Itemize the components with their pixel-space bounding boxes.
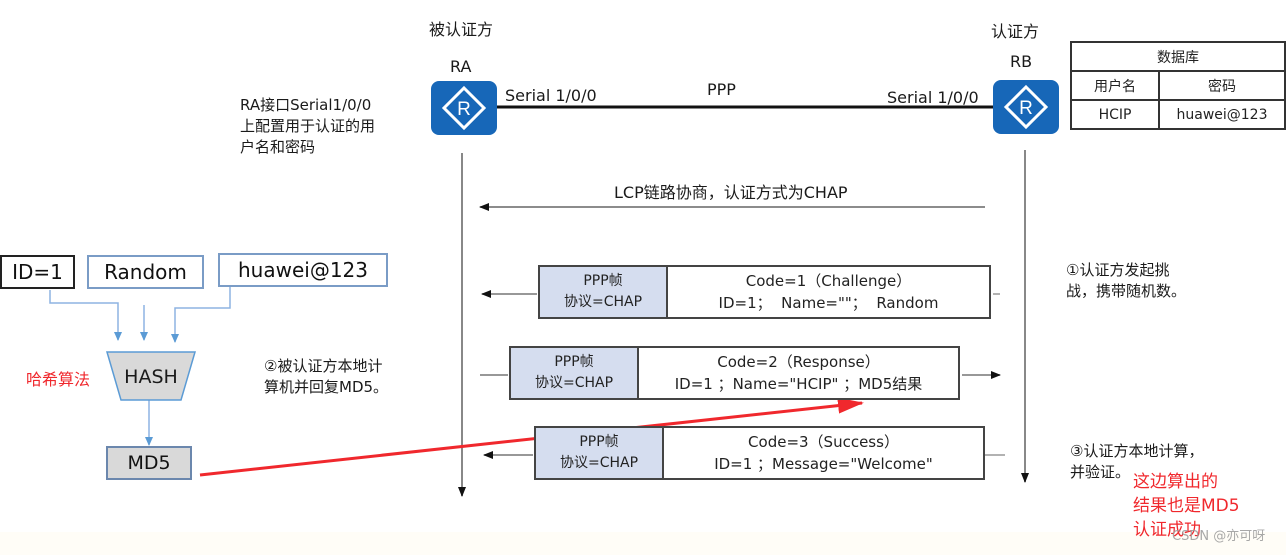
step2-note: ②被认证方本地计 算机并回复MD5。 [264, 356, 388, 398]
authenticatee-label: 被认证方 [429, 20, 494, 39]
frame-header: PPP帧 协议=CHAP [536, 428, 664, 478]
frame-header-title: PPP帧 [554, 354, 594, 370]
svg-text:R: R [457, 99, 471, 120]
ra-note-line: 上配置用于认证的用 [240, 117, 376, 135]
hash-input-random: Random [87, 255, 204, 289]
router-ra[interactable]: R [431, 81, 497, 135]
ra-config-note: RA接口Serial1/0/0 上配置用于认证的用 户名和密码 [240, 95, 375, 158]
frame-body: Code=3（Success） ID=1 ；Message="Welcome" [664, 428, 983, 478]
chap-frame-response: PPP帧 协议=CHAP Code=2（Response） ID=1 ；Name… [509, 346, 960, 400]
database-cell-password: huawei@123 [1158, 99, 1286, 130]
chap-frame-success: PPP帧 协议=CHAP Code=3（Success） ID=1 ；Messa… [534, 426, 985, 480]
hash-input-password: huawei@123 [218, 253, 388, 287]
result-annotation-line: 这边算出的 [1133, 472, 1218, 492]
database-header-password: 密码 [1158, 70, 1286, 101]
frame-code: Code=1（Challenge） [745, 272, 912, 290]
frame-code: Code=3（Success） [748, 433, 899, 451]
frame-header: PPP帧 协议=CHAP [540, 267, 668, 317]
rb-interface-label: Serial 1/0/0 [887, 88, 979, 107]
frame-fields: ID=1； Name=""； Random [718, 294, 939, 312]
hash-input-id: ID=1 [0, 255, 75, 289]
hash-algorithm-annotation: 哈希算法 [26, 370, 91, 389]
frame-body: Code=1（Challenge） ID=1； Name=""； Random [668, 267, 989, 317]
svg-text:R: R [1019, 98, 1033, 119]
router-icon: R [441, 85, 487, 131]
database-cell-username: HCIP [1070, 99, 1160, 130]
lcp-message: LCP链路协商，认证方式为CHAP [614, 183, 848, 202]
router-ra-name: RA [450, 57, 472, 76]
footer-strip [0, 532, 1286, 555]
database-header-username: 用户名 [1070, 70, 1160, 101]
database-title: 数据库 [1070, 41, 1286, 72]
frame-header-title: PPP帧 [583, 273, 623, 289]
frame-header-protocol: 协议=CHAP [559, 455, 639, 471]
md5-output: MD5 [106, 446, 192, 480]
step-line: 战，携带随机数。 [1066, 282, 1187, 300]
hash-label: HASH [124, 366, 178, 388]
ra-note-line: RA接口Serial1/0/0 [240, 96, 372, 114]
step1-note: ①认证方发起挑 战，携带随机数。 [1066, 260, 1186, 302]
table-row: HCIP huawei@123 [1070, 99, 1286, 130]
chap-frame-challenge: PPP帧 协议=CHAP Code=1（Challenge） ID=1； Nam… [538, 265, 991, 319]
frame-body: Code=2（Response） ID=1 ；Name="HCIP" ；MD5结… [639, 348, 958, 398]
flow-password-to-hash [171, 286, 231, 343]
flow-id-to-hash [49, 290, 122, 341]
step-line: 算机并回复MD5。 [264, 378, 389, 396]
step-line: ①认证方发起挑 [1066, 261, 1170, 279]
database-table: 数据库 用户名 密码 HCIP huawei@123 [1070, 41, 1286, 130]
frame-header-protocol: 协议=CHAP [534, 375, 614, 391]
ppp-link-label: PPP [707, 80, 736, 99]
result-annotation-line: 结果也是MD5 [1133, 496, 1240, 516]
authenticator-label: 认证方 [991, 22, 1040, 41]
frame-header: PPP帧 协议=CHAP [511, 348, 639, 398]
ra-interface-label: Serial 1/0/0 [505, 86, 597, 105]
step-line: ②被认证方本地计 [264, 357, 383, 375]
router-icon: R [1003, 84, 1049, 130]
router-rb-name: RB [1010, 52, 1033, 71]
step-line: ③认证方本地计算， [1070, 442, 1204, 460]
frame-fields: ID=1 ；Message="Welcome" [714, 455, 933, 473]
ra-note-line: 户名和密码 [240, 138, 316, 156]
frame-fields: ID=1 ；Name="HCIP" ；MD5结果 [674, 375, 923, 393]
frame-header-protocol: 协议=CHAP [563, 294, 643, 310]
frame-header-title: PPP帧 [579, 434, 619, 450]
router-rb[interactable]: R [993, 80, 1059, 134]
frame-code: Code=2（Response） [717, 353, 880, 371]
watermark: CSDN @亦可呀 [1172, 529, 1266, 544]
